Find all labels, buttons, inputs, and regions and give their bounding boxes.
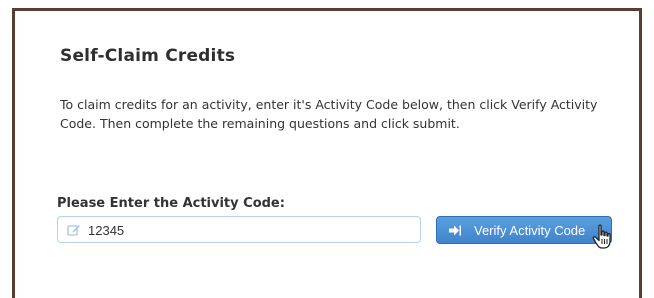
verify-button-label: Verify Activity Code	[474, 223, 586, 238]
activity-code-field[interactable]	[57, 216, 421, 243]
verify-activity-code-button[interactable]: Verify Activity Code	[436, 216, 612, 244]
activity-code-label: Please Enter the Activity Code:	[57, 196, 285, 211]
edit-icon	[67, 225, 80, 236]
activity-code-input[interactable]	[88, 220, 408, 240]
page-title: Self-Claim Credits	[60, 46, 236, 66]
instructions-text: To claim credits for an activity, enter …	[60, 97, 598, 131]
sign-in-icon	[449, 225, 461, 236]
